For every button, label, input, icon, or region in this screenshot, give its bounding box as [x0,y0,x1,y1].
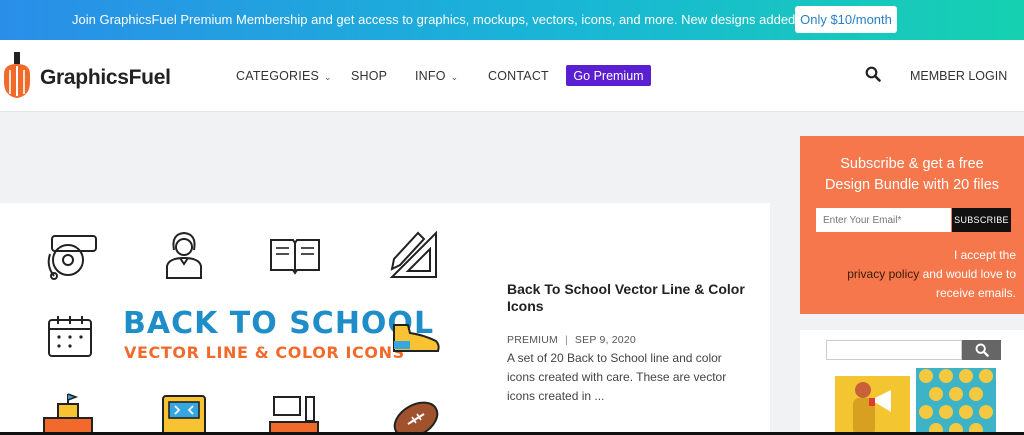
logo-text[interactable]: GraphicsFuel [40,66,171,90]
megaphone-photo [853,382,891,435]
calendar-icon [48,316,92,357]
circle-pattern-photo [919,369,993,435]
nav-categories[interactable]: CATEGORIES ⌄ [236,69,332,83]
subscribe-title-line2: Design Bundle with 20 files [824,177,1000,193]
logo-pencil-icon[interactable] [0,52,34,100]
sneaker-icon [393,324,440,352]
nav-info[interactable]: INFO ⌄ [415,69,458,83]
site-header: GraphicsFuel CATEGORIES ⌄ SHOP INFO ⌄ CONT… [0,40,1024,112]
promo-message: Join GraphicsFuel Premium Membership and… [72,12,843,27]
privacy-note-after: and would love to receive emails. [922,267,1016,300]
search-icon [975,343,989,357]
privacy-note: I accept the privacy policy and would lo… [820,246,1016,303]
sidebar-search-input[interactable] [826,340,962,360]
desk-icon [269,396,319,435]
subscribe-button[interactable]: SUBSCRIBE [952,208,1011,232]
promo-bar: Join GraphicsFuel Premium Membership and… [0,0,1024,40]
post-date: SEP 9, 2020 [574,334,636,346]
pencil-ruler-icon [389,230,437,278]
member-login-link[interactable]: MEMBER LOGIN [910,69,1007,83]
post-title-link[interactable]: Back To School Vector Line & Color Icons [507,281,747,315]
search-icon[interactable] [865,66,881,82]
privacy-note-before: I accept the [953,248,1016,262]
school-building-icon [43,393,93,435]
privacy-policy-link[interactable]: privacy policy [847,267,919,281]
book-icon [270,239,320,275]
promo-cta-button[interactable]: Only $10/month [795,6,897,33]
teacher-icon [166,231,202,279]
image-title: BACK TO SCHOOL [123,306,435,341]
bell-icon [47,235,97,280]
email-field[interactable] [816,208,951,232]
chevron-down-icon: ⌄ [450,72,459,82]
post-excerpt: A set of 20 Back to School line and colo… [507,351,727,403]
nav-info-label: INFO [415,69,446,83]
post-meta: PREMIUM | SEP 9, 2020 [507,334,636,346]
go-premium-button[interactable]: Go Premium [566,65,651,86]
subscribe-title: Subscribe & get a free Design Bundle wit… [800,154,1024,196]
image-subtitle: VECTOR LINE & COLOR ICONS [124,343,405,362]
sidebar-search-widget [800,330,1024,435]
sidebar-search-button[interactable] [962,340,1001,360]
nav-categories-label: CATEGORIES [236,69,320,83]
post-card: BACK TO SCHOOL VECTOR LINE & COLOR ICONS… [0,203,770,435]
chalkboard-icon [162,395,206,435]
chevron-down-icon: ⌄ [324,72,332,82]
subscribe-title-line1: Subscribe & get a free [840,156,984,172]
subscribe-widget: Subscribe & get a free Design Bundle wit… [800,136,1024,314]
thumbnail-megaphone[interactable] [835,376,910,435]
nav-contact[interactable]: CONTACT [488,69,549,83]
post-category[interactable]: PREMIUM [507,334,558,346]
nav-shop[interactable]: SHOP [351,69,387,83]
football-icon [393,401,439,435]
thumbnail-pattern[interactable] [916,368,996,435]
